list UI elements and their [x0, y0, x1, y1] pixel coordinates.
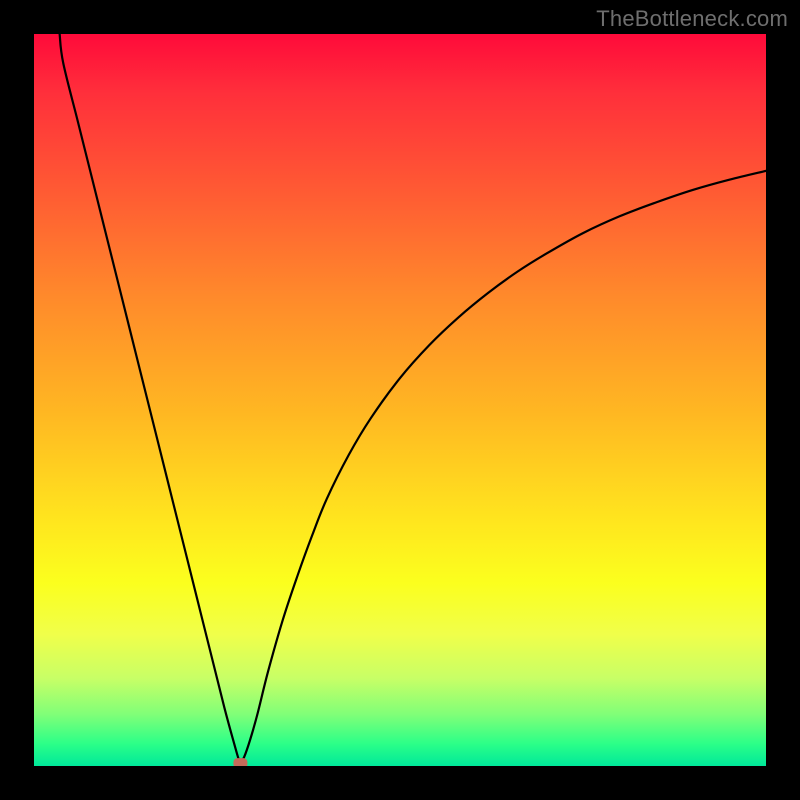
chart-frame: TheBottleneck.com	[0, 0, 800, 800]
curve-left-branch	[60, 34, 241, 763]
curve-right-branch	[240, 171, 766, 763]
minimum-marker	[233, 758, 247, 766]
curve-svg	[34, 34, 766, 766]
watermark-text: TheBottleneck.com	[596, 6, 788, 32]
plot-area	[34, 34, 766, 766]
